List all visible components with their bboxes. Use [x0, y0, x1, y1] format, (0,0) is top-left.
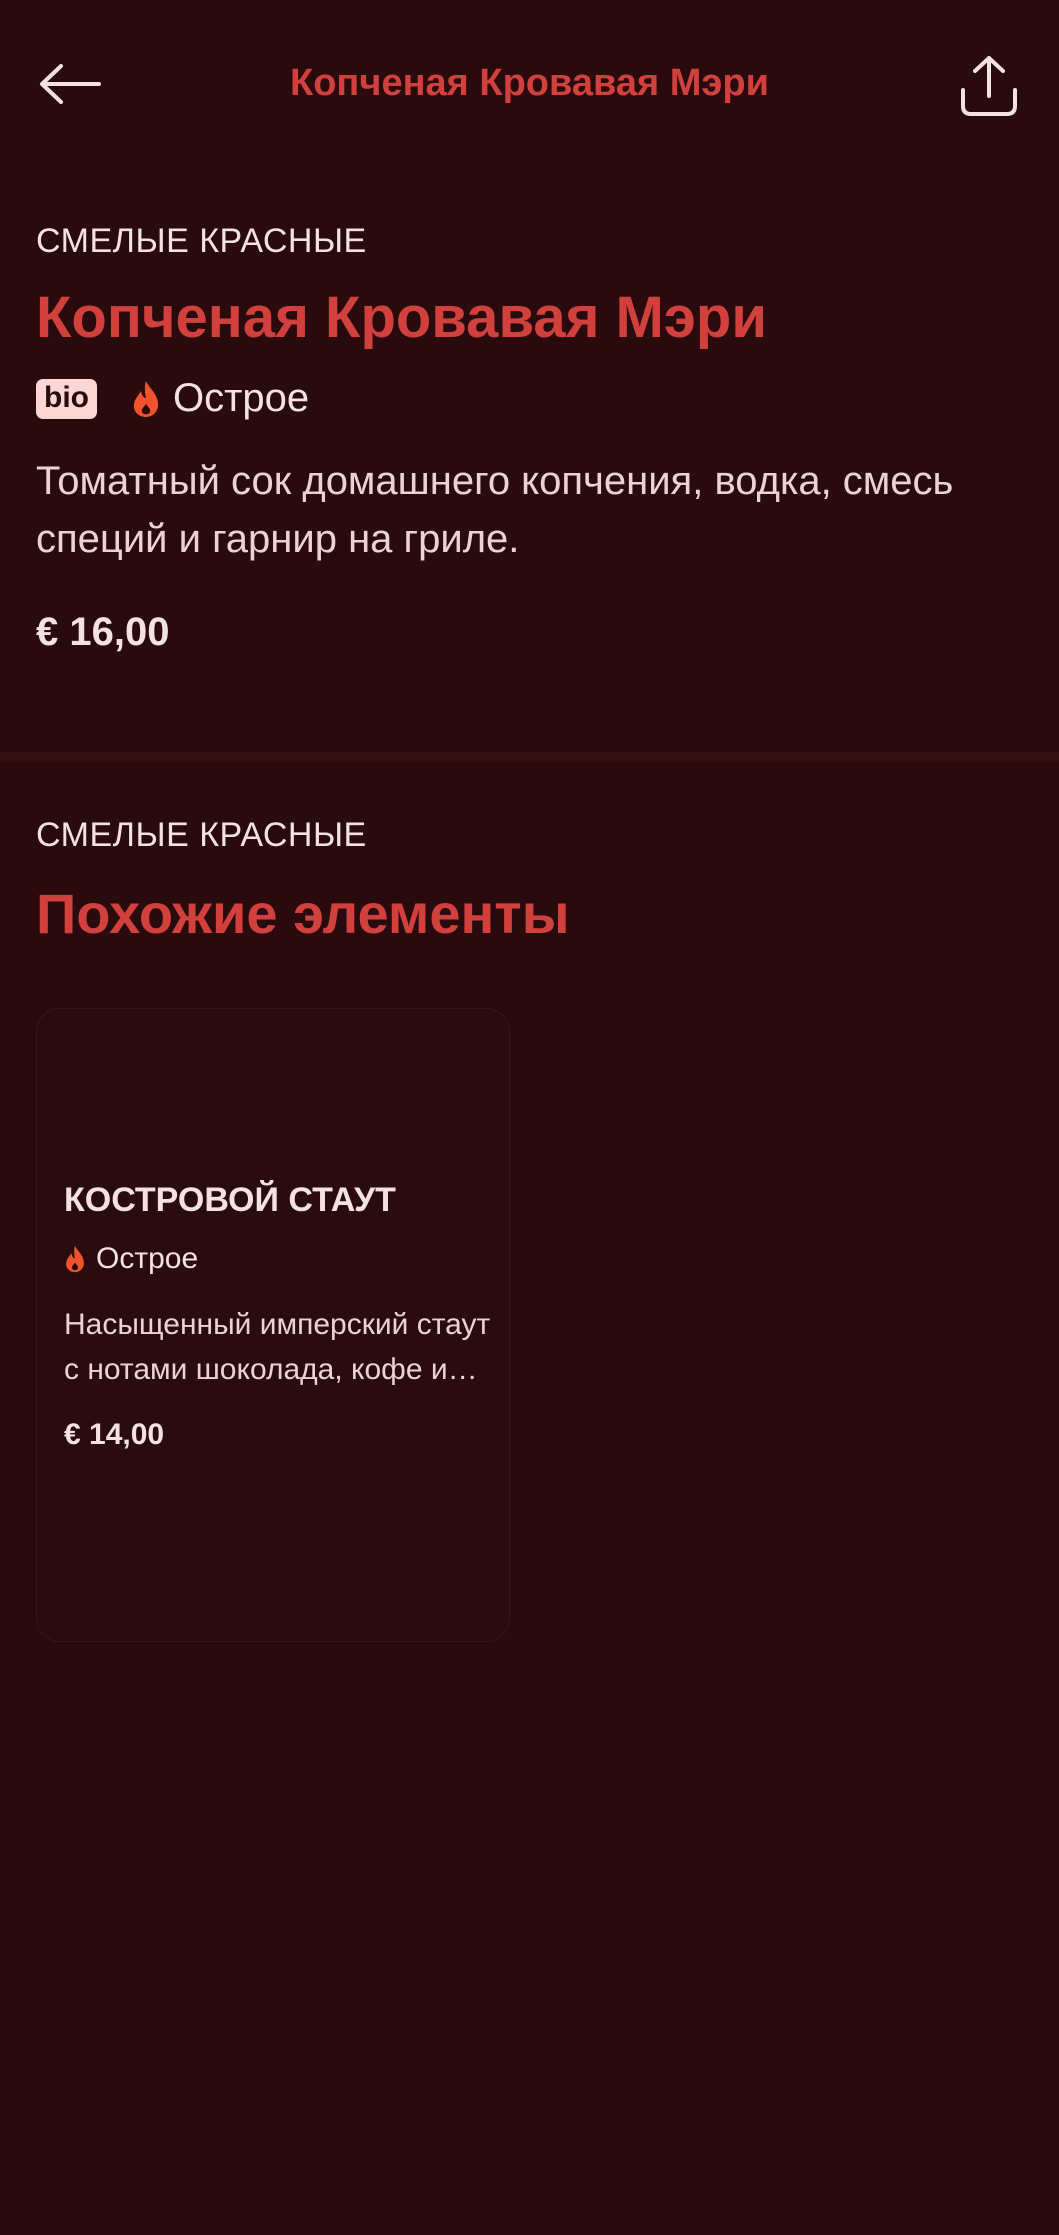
share-button[interactable]: [949, 46, 1029, 126]
spicy-tag: Острое: [131, 376, 309, 421]
product-price: € 16,00: [36, 609, 170, 654]
product-info: СМЕЛЫЕ КРАСНЫЕ Копченая Кровавая Мэри bi…: [36, 222, 1026, 655]
product-tags: bio Острое: [36, 376, 1026, 422]
product-category: СМЕЛЫЕ КРАСНЫЕ: [36, 222, 367, 260]
fire-icon: [66, 1245, 84, 1273]
product-description: Томатный сок домашнего копчения, водка, …: [36, 458, 954, 561]
section-divider: [0, 752, 1059, 762]
related-item-content: КОСТРОВОЙ СТАУТ Острое Насыщенный имперс…: [64, 1181, 494, 1452]
related-item-card[interactable]: КОСТРОВОЙ СТАУТ Острое Насыщенный имперс…: [36, 1008, 510, 1642]
related-item-name: КОСТРОВОЙ СТАУТ: [64, 1181, 396, 1219]
related-item-spicy-label: Острое: [96, 1242, 199, 1275]
spicy-label: Острое: [173, 376, 310, 421]
fire-icon: [133, 380, 159, 417]
related-item-spicy-tag: Острое: [64, 1242, 494, 1276]
product-detail-page: Копченая Кровавая Мэри СМЕЛЫЕ КРАСНЫЕ Ко…: [0, 0, 1059, 2235]
product-name: Копченая Кровавая Мэри: [36, 285, 767, 350]
top-bar: Копченая Кровавая Мэри: [0, 0, 1059, 170]
share-icon: [961, 56, 1017, 116]
related-category: СМЕЛЫЕ КРАСНЫЕ: [36, 816, 367, 854]
header-title: Копченая Кровавая Мэри: [290, 62, 769, 104]
arrow-left-icon: [40, 64, 101, 104]
related-section: СМЕЛЫЕ КРАСНЫЕ Похожие элементы: [36, 816, 1026, 946]
bio-badge: bio: [36, 378, 97, 419]
related-title: Похожие элементы: [36, 882, 570, 945]
back-button[interactable]: [30, 52, 110, 116]
related-item-price: € 14,00: [64, 1418, 165, 1451]
related-item-description: Насыщенный имперский стаут с нотами шоко…: [64, 1308, 491, 1386]
